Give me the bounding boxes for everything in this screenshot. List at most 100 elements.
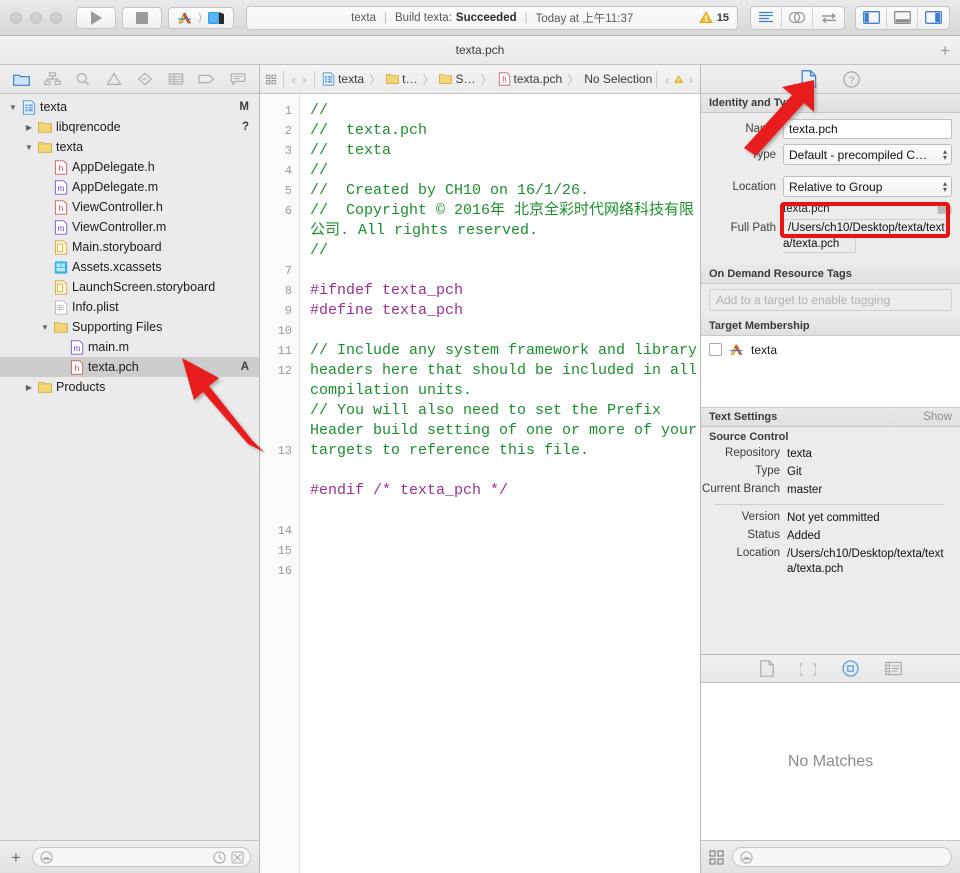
source-control-row: Location/Users/ch10/Desktop/texta/texta/… xyxy=(701,547,952,577)
folder-chooser-icon[interactable] xyxy=(937,202,952,215)
navigator-row-products[interactable]: ▶ Products xyxy=(0,377,259,397)
navigator-row-launchscreen-storyboard[interactable]: LaunchScreen.storyboard xyxy=(0,277,259,297)
breakpoint-navigator-tab[interactable] xyxy=(197,69,217,89)
quick-help-icon[interactable]: ? xyxy=(843,70,860,88)
source-control-row: Current Branch master xyxy=(701,483,952,498)
media-library-icon[interactable] xyxy=(884,661,902,676)
file-inspector-icon[interactable] xyxy=(801,70,817,88)
breadcrumb-item-1[interactable]: t… xyxy=(386,72,417,86)
close-button[interactable] xyxy=(10,11,22,24)
source-control-key: Current Branch xyxy=(702,483,780,495)
assistant-editor-button[interactable] xyxy=(782,6,813,29)
type-popup[interactable]: Default - precompiled C… ▴ ▾ xyxy=(783,144,952,165)
debug-navigator-tab[interactable] xyxy=(166,69,186,89)
toggle-navigator-button[interactable] xyxy=(856,6,887,29)
grid-layout-icon[interactable] xyxy=(709,849,724,865)
stop-button[interactable] xyxy=(122,6,162,29)
report-navigator-tab[interactable] xyxy=(228,69,248,89)
warning-triangle-icon[interactable] xyxy=(674,73,684,86)
disclosure-closed-icon[interactable]: ▶ xyxy=(22,383,36,392)
scheme-selector[interactable]: ⟩ xyxy=(168,6,235,29)
breadcrumb-item-3[interactable]: h texta.pch xyxy=(498,72,562,86)
type-value: Default - precompiled C… xyxy=(789,147,928,162)
breadcrumb-separator: 〉 xyxy=(480,72,493,87)
full-path-value[interactable]: /Users/ch10/Desktop/texta/texta/texta.pc… xyxy=(783,219,945,253)
navigator-row-viewcontroller-h[interactable]: h ViewController.h xyxy=(0,197,259,217)
navigator-row-libqrencode[interactable]: ▶ libqrencode? xyxy=(0,117,259,137)
disclosure-open-icon[interactable]: ▼ xyxy=(22,143,36,152)
activity-view: texta | Build texta: Succeeded | Today a… xyxy=(246,5,738,30)
code-line: // xyxy=(310,242,329,259)
standard-editor-button[interactable] xyxy=(751,6,782,29)
activity-issue-group[interactable]: 15 xyxy=(699,11,729,24)
navigator-row-viewcontroller-m[interactable]: m ViewController.m xyxy=(0,217,259,237)
add-tab-button[interactable]: + xyxy=(940,42,950,59)
toggle-debug-area-button[interactable] xyxy=(887,6,918,29)
source-control-navigator-tab[interactable] xyxy=(42,69,62,89)
source-control-value: texta xyxy=(787,448,812,460)
navigator-row-texta-pch[interactable]: h texta.pch A xyxy=(0,357,259,377)
navigator-row-texta[interactable]: ▼ texta M xyxy=(0,97,259,117)
breadcrumb-item-4[interactable]: No Selection xyxy=(584,72,652,86)
related-items-icon[interactable] xyxy=(266,72,276,87)
project-navigator-tab[interactable] xyxy=(11,69,31,89)
navigator-filter-field[interactable] xyxy=(32,847,251,867)
breadcrumb[interactable]: texta 〉 t… 〉 S… 〉 h texta.pch 〉 No Selection xyxy=(322,71,652,88)
object-library-icon[interactable] xyxy=(841,660,859,677)
add-file-button[interactable]: + xyxy=(8,849,24,866)
next-issue-button[interactable]: › xyxy=(688,72,694,87)
previous-issue-button[interactable]: ‹ xyxy=(664,72,670,87)
source-control-filter-icon[interactable] xyxy=(231,851,244,864)
issue-navigator-tab[interactable] xyxy=(104,69,124,89)
jumpbar-divider-1 xyxy=(283,70,284,88)
navigator-row-appdelegate-h[interactable]: h AppDelegate.h xyxy=(0,157,259,177)
minimize-button[interactable] xyxy=(30,11,42,24)
navigator-row-main-storyboard[interactable]: Main.storyboard xyxy=(0,237,259,257)
file-template-library-icon[interactable] xyxy=(759,660,774,677)
version-editor-button[interactable] xyxy=(813,7,844,29)
code-text[interactable]: // // texta.pch // texta // // Created by CH… xyxy=(300,94,700,873)
active-tab-title[interactable]: texta.pch xyxy=(456,43,505,57)
folder-icon xyxy=(37,141,52,153)
location-row: Location Relative to Group ▴ ▾ xyxy=(709,176,952,197)
text-settings-section-header[interactable]: Text Settings Show xyxy=(701,408,960,427)
go-forward-button[interactable]: › xyxy=(301,72,307,87)
navigator-row-texta[interactable]: ▼ texta xyxy=(0,137,259,157)
navigator-row-main-m[interactable]: m main.m xyxy=(0,337,259,357)
text-settings-show-link[interactable]: Show xyxy=(923,411,952,423)
navigator-row-info-plist[interactable]: Info.plist xyxy=(0,297,259,317)
run-button[interactable] xyxy=(76,6,116,29)
navigator-row-supporting-files[interactable]: ▼ Supporting Files xyxy=(0,317,259,337)
stop-icon xyxy=(136,11,148,24)
library-filter-field[interactable] xyxy=(732,847,952,867)
source-control-divider xyxy=(715,504,944,505)
source-control-value: Git xyxy=(787,466,802,478)
source-editor[interactable]: 1 2 3 4 5 6 7 8 9 10 11 12 13 14 15 16 //// texta.pch//… xyxy=(260,94,700,873)
name-field[interactable]: texta.pch xyxy=(783,119,952,139)
code-snippet-library-icon[interactable]: { } xyxy=(800,660,816,677)
test-navigator-tab[interactable] xyxy=(135,69,155,89)
toggle-utilities-button[interactable] xyxy=(918,7,949,29)
find-navigator-tab[interactable] xyxy=(73,69,93,89)
target-membership-row[interactable]: texta xyxy=(709,342,952,357)
library-empty-message: No Matches xyxy=(701,683,960,840)
recent-icon[interactable] xyxy=(213,850,226,864)
navigator-tab-bar xyxy=(0,65,259,94)
go-back-button[interactable]: ‹ xyxy=(291,72,297,87)
target-membership-list[interactable]: texta xyxy=(701,336,960,408)
breadcrumb-item-0[interactable]: texta xyxy=(322,72,364,86)
location-popup[interactable]: Relative to Group ▴ ▾ xyxy=(783,176,952,197)
disclosure-open-icon[interactable]: ▼ xyxy=(6,103,20,112)
target-checkbox[interactable] xyxy=(709,343,722,356)
navigator-row-appdelegate-m[interactable]: m AppDelegate.m xyxy=(0,177,259,197)
svg-text:m: m xyxy=(57,184,64,193)
breadcrumb-item-2[interactable]: S… xyxy=(439,72,475,86)
navigator-row-label: Supporting Files xyxy=(72,320,163,334)
project-navigator-tree[interactable]: ▼ texta M ▶ libqrencode? ▼ texta h AppDelegate.h… xyxy=(0,94,259,840)
navigator-row-assets-xcassets[interactable]: Assets.xcassets xyxy=(0,257,259,277)
odr-tag-field[interactable]: Add to a target to enable tagging xyxy=(709,289,952,311)
disclosure-open-icon[interactable]: ▼ xyxy=(38,323,52,332)
zoom-button[interactable] xyxy=(50,11,62,24)
disclosure-closed-icon[interactable]: ▶ xyxy=(22,123,36,132)
